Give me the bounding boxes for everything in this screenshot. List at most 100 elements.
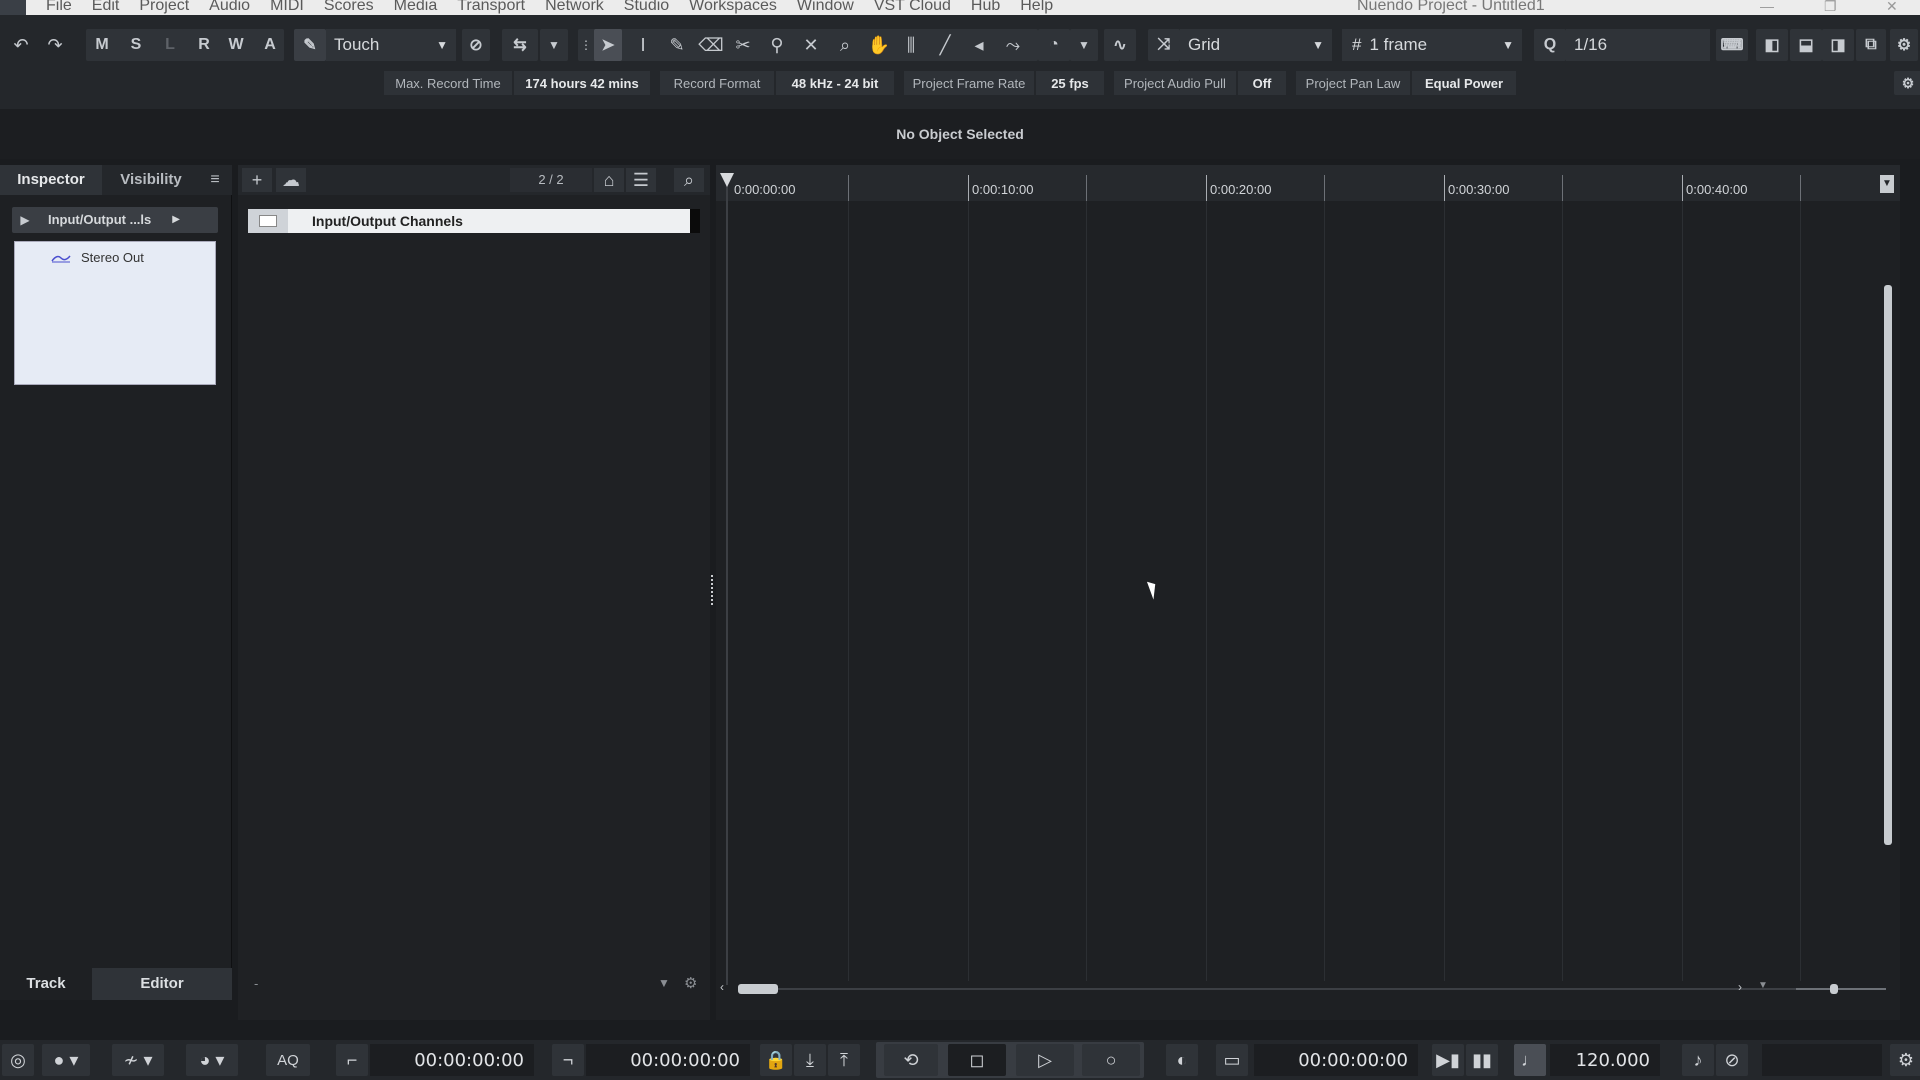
pan-law-value[interactable]: Equal Power (1412, 71, 1516, 95)
tab-track[interactable]: Track (0, 968, 92, 1000)
settings-gear-icon[interactable]: ⚙ (684, 974, 697, 992)
acoustic-feedback-icon[interactable]: ◔ (1038, 29, 1070, 61)
track-list-view-icon[interactable]: ☰ (626, 168, 656, 192)
left-locator-icon[interactable]: ⌐ (336, 1044, 368, 1076)
audio-mode-icon[interactable]: ≁ ▾ (112, 1044, 164, 1076)
record-format-label[interactable]: Record Format (660, 71, 774, 95)
record-mode-icon[interactable]: ● ▾ (42, 1044, 90, 1076)
automation-mode-icon[interactable]: ✎ (294, 29, 326, 61)
draw-tool-icon[interactable]: ✎ (662, 29, 692, 61)
horizontal-scrollbar-track[interactable] (738, 988, 1868, 990)
menu-edit[interactable]: Edit (92, 0, 120, 14)
scroll-right-icon[interactable]: › (1738, 980, 1742, 994)
chevron-down-icon[interactable]: ▼ (658, 976, 670, 990)
play-icon[interactable]: ▷ (1016, 1044, 1074, 1076)
redo-icon[interactable]: ↷ (40, 29, 70, 61)
stop-icon[interactable]: ◻ (948, 1044, 1006, 1076)
vertical-scrollbar[interactable] (1882, 265, 1894, 965)
snap-type-select[interactable]: Grid ▼ (1180, 29, 1332, 61)
suspend-icon[interactable]: ⊘ (462, 29, 490, 61)
timeline-ruler[interactable]: 0:00:00:00 0:00:10:00 0:00:20:00 0:00:30… (716, 165, 1900, 201)
track-name[interactable]: Input/Output Channels (312, 209, 463, 233)
audio-pull-value[interactable]: Off (1238, 71, 1286, 95)
split-tool-icon[interactable]: ✂ (728, 29, 758, 61)
zoom-tool-icon[interactable]: ⌕ (830, 29, 860, 61)
record-icon[interactable]: ○ (1082, 1044, 1140, 1076)
caret-right-icon[interactable]: ▶ (172, 207, 180, 233)
menu-hub[interactable]: Hub (971, 0, 1000, 14)
tempo-track-icon[interactable]: ♩ (1514, 1044, 1546, 1076)
tab-visibility[interactable]: Visibility (102, 165, 200, 195)
comp-tool-icon[interactable]: ⫼ (896, 29, 926, 61)
close-icon[interactable]: ✕ (1886, 0, 1898, 13)
left-zone-toggle-icon[interactable]: ◧ (1756, 29, 1788, 61)
add-track-preset-icon[interactable]: ☁ (276, 168, 306, 192)
metronome-icon[interactable]: ♪ (1682, 1044, 1714, 1076)
grid-type-select[interactable]: # 1 frame ▼ (1342, 29, 1522, 61)
inspector-section-header[interactable]: ▶ Input/Output ...ls ▶ (12, 207, 218, 233)
frame-rate-label[interactable]: Project Frame Rate (904, 71, 1034, 95)
automation-a-button[interactable]: A (256, 29, 284, 61)
object-selection-tool-icon[interactable]: ➤ (594, 29, 622, 61)
tab-editor[interactable]: Editor (92, 968, 232, 1000)
right-zone-toggle-icon[interactable]: ◨ (1822, 29, 1854, 61)
restore-icon[interactable]: ❐ (1824, 0, 1837, 13)
scroll-left-icon[interactable]: ‹ (720, 980, 724, 994)
menu-studio[interactable]: Studio (624, 0, 669, 14)
menu-window[interactable]: Window (797, 0, 854, 14)
feedback-dropdown-icon[interactable]: ▼ (1070, 29, 1098, 61)
menu-scores[interactable]: Scores (324, 0, 374, 14)
window-layout-icon[interactable]: ⧉ (1856, 29, 1886, 61)
sync-icon[interactable]: ⊘ (1716, 1044, 1748, 1076)
tab-inspector[interactable]: Inspector (0, 165, 102, 195)
transport-settings-icon[interactable]: ◎ (2, 1044, 34, 1076)
lock-icon[interactable]: 🔒 (760, 1044, 792, 1076)
zoom-slider-handle[interactable] (1830, 984, 1838, 994)
range-selection-tool-icon[interactable]: Ⅰ (628, 29, 658, 61)
project-event-display[interactable]: 0:00:00:00 0:00:10:00 0:00:20:00 0:00:30… (716, 165, 1900, 1020)
quantize-icon[interactable]: Q (1534, 29, 1566, 61)
audio-pull-label[interactable]: Project Audio Pull (1114, 71, 1236, 95)
line-tool-icon[interactable]: ╱ (930, 29, 960, 61)
project-cursor-flag-icon[interactable] (720, 173, 734, 187)
undo-icon[interactable]: ↶ (6, 29, 36, 61)
punch-mode-icon[interactable]: ◕ ▾ (186, 1044, 238, 1076)
pan-law-label[interactable]: Project Pan Law (1296, 71, 1410, 95)
lower-zone-toggle-icon[interactable]: ⬓ (1790, 29, 1822, 61)
folder-icon[interactable] (248, 209, 288, 233)
track-row[interactable]: Input/Output Channels (248, 209, 700, 233)
listen-button[interactable]: L (156, 29, 184, 61)
infoline-settings-icon[interactable]: ⚙ (1894, 71, 1920, 95)
right-locator-icon[interactable]: ¬ (552, 1044, 584, 1076)
menu-vst-cloud[interactable]: VST Cloud (874, 0, 951, 14)
play-icon[interactable]: ▶ (12, 207, 38, 233)
crossfade-icon[interactable]: ∿ (1104, 29, 1136, 61)
marker-prev-icon[interactable]: ▶▮ (1432, 1044, 1464, 1076)
automation-mode-select[interactable]: Touch ▼ (326, 29, 456, 61)
zoom-minus-label[interactable]: - (254, 976, 258, 991)
list-item[interactable]: Stereo Out (51, 250, 144, 265)
time-format-icon[interactable]: ▭ (1216, 1044, 1248, 1076)
menu-media[interactable]: Media (394, 0, 438, 14)
zoom-slider[interactable] (1796, 988, 1886, 990)
right-locator-time[interactable]: 00:00:00:00 (586, 1044, 750, 1076)
horizontal-scrollbar-thumb[interactable] (738, 984, 778, 994)
glue-tool-icon[interactable]: ⚲ (762, 29, 792, 61)
search-icon[interactable]: ⌕ (674, 168, 704, 192)
autoscroll-dropdown-icon[interactable]: ▼ (540, 29, 568, 61)
inspector-menu-icon[interactable]: ≡ (200, 165, 230, 195)
marker-next-icon[interactable]: ▮▮ (1466, 1044, 1498, 1076)
add-track-icon[interactable]: + (242, 168, 272, 192)
mute-tool-icon[interactable]: ✕ (796, 29, 826, 61)
minimize-icon[interactable]: — (1760, 0, 1774, 13)
punch-in-icon[interactable]: ⤓ (794, 1044, 826, 1076)
erase-tool-icon[interactable]: ⌫ (696, 29, 726, 61)
keyboard-icon[interactable]: ⌨ (1716, 29, 1748, 61)
primary-time-display[interactable]: 00:00:00:00 (1254, 1044, 1418, 1076)
left-locator-time[interactable]: 00:00:00:00 (370, 1044, 534, 1076)
menu-help[interactable]: Help (1020, 0, 1053, 14)
autoscroll-icon[interactable]: ⇆ (502, 29, 538, 61)
splitter-grip-icon[interactable] (711, 575, 715, 605)
menu-file[interactable]: File (46, 0, 72, 14)
menu-transport[interactable]: Transport (457, 0, 525, 14)
